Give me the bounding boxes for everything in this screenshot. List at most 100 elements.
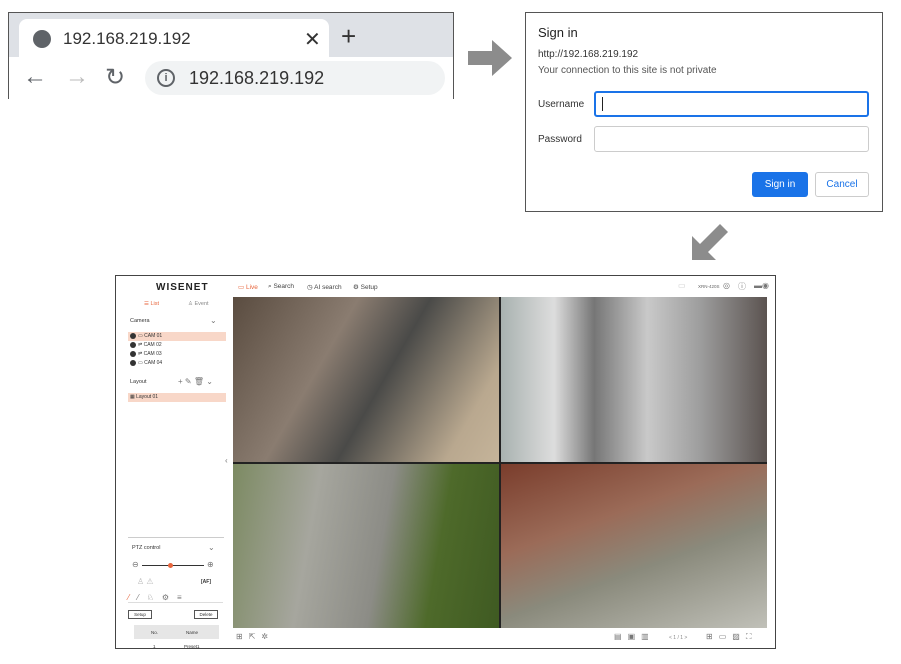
preset-table-header: No. Name <box>134 625 219 639</box>
browser-tab[interactable]: 192.168.219.192 ✕ <box>19 19 329 59</box>
bottom-right-tools[interactable]: ▤▣▥ <box>614 632 655 641</box>
battery-icon: ▭ <box>678 281 686 290</box>
password-label: Password <box>538 134 582 145</box>
menu-label: Setup <box>360 284 378 291</box>
zoom-out-icon[interactable]: ⊖ <box>132 560 139 569</box>
video-feed-cam03[interactable] <box>233 464 499 628</box>
camera-number-icon <box>130 341 136 348</box>
delete-button[interactable]: Delete <box>194 610 218 619</box>
menu-live[interactable]: ▭ Live <box>238 283 258 291</box>
video-feed-cam01[interactable] <box>233 297 499 462</box>
layout-actions[interactable]: + ✎ 🗑 ⌄ <box>178 377 213 386</box>
video-grid <box>233 297 767 628</box>
osd-icon[interactable]: ▤ <box>614 632 628 641</box>
page-indicator[interactable]: < 1 / 1 > <box>669 635 687 641</box>
setup-button[interactable]: Setup <box>128 610 152 619</box>
url-text: 192.168.219.192 <box>189 68 325 88</box>
plus-icon[interactable]: + <box>341 21 356 52</box>
capture-icon[interactable]: ✲ <box>261 632 274 641</box>
camera-header: Camera <box>130 318 150 324</box>
camera-number-icon <box>130 332 136 339</box>
layout-item[interactable]: ▦ Layout 01 <box>128 393 226 402</box>
menu-label: AI search <box>314 284 342 291</box>
preset-name: Preset1 <box>184 644 200 649</box>
camera-label: CAM 01 <box>144 333 163 339</box>
ptz-zoom-slider[interactable] <box>142 563 204 568</box>
username-label: Username <box>538 99 585 110</box>
site-url: http://192.168.219.192 <box>538 49 639 60</box>
camera-number-icon <box>130 350 136 357</box>
video-feed-cam04[interactable] <box>501 464 767 628</box>
menu-label: Search <box>273 283 295 290</box>
popup-icon[interactable]: ⇱ <box>249 632 262 641</box>
arrow-down-left-icon <box>692 224 728 260</box>
layout-label: Layout 01 <box>136 394 159 400</box>
bottom-left-tools[interactable]: ⊞⇱✲ <box>236 632 274 641</box>
col-no: No. <box>151 630 159 635</box>
camera-item[interactable]: ▭ CAM 04 <box>128 359 226 368</box>
aspect-icon[interactable]: ▨ <box>732 632 746 641</box>
af-label: AF <box>202 579 210 585</box>
back-icon[interactable]: ← <box>23 63 47 91</box>
fullscreen-icon[interactable]: ⛶ <box>746 632 758 641</box>
ptz-tool-tabs[interactable]: ⁄⁄♘⚙≡ <box>128 593 223 603</box>
camera-item[interactable]: ⇌ CAM 03 <box>128 350 226 359</box>
camera-item[interactable]: ⇌ CAM 02 <box>128 341 226 350</box>
wisenet-logo: WISENET <box>156 282 209 293</box>
browser-window: 192.168.219.192 ✕ + ← → ↻ i 192.168.219.… <box>8 12 454 99</box>
view-tools[interactable]: ⊞▭▨⛶ <box>706 632 757 642</box>
tab-label: Event <box>194 301 209 307</box>
address-bar[interactable]: i 192.168.219.192 <box>145 61 445 95</box>
tab-list[interactable]: ☰ List <box>144 301 159 307</box>
camera-label: CAM 04 <box>144 360 163 366</box>
menu-setup[interactable]: ⚙ Setup <box>353 283 378 291</box>
globe-icon <box>33 30 51 48</box>
nav-bar: ← → ↻ i 192.168.219.192 <box>9 57 453 99</box>
screen-icon[interactable]: ▣ <box>628 632 642 641</box>
cancel-button[interactable]: Cancel <box>815 172 869 197</box>
menu-ai-search[interactable]: ◷ AI search <box>307 283 342 291</box>
preset-row[interactable]: 1 Preset1 <box>134 641 219 651</box>
tab-label: List <box>150 301 160 307</box>
preset-tab-icon[interactable]: ⁄ <box>128 593 137 602</box>
username-input[interactable] <box>594 91 869 117</box>
help-icon[interactable]: ⓘ <box>738 281 746 292</box>
model-name: XRN-420S <box>698 284 720 289</box>
col-name: Name <box>186 630 199 635</box>
camera-item[interactable]: ▭ CAM 01 <box>128 332 226 341</box>
divider <box>128 537 224 538</box>
info-icon[interactable]: i <box>157 69 175 87</box>
autofocus-button[interactable]: [AF] <box>201 579 211 585</box>
camera-label: CAM 02 <box>143 342 162 348</box>
collapse-sidebar-icon[interactable]: ‹ <box>225 456 228 465</box>
chevron-down-icon[interactable]: ⌄ <box>210 316 217 325</box>
grid-layout-icon[interactable]: ⊞ <box>706 632 719 641</box>
ptz-header: PTZ control <box>132 545 161 551</box>
forward-icon: → <box>65 63 89 90</box>
preset-no: 1 <box>153 644 156 649</box>
menu-search[interactable]: ⌕ Search <box>268 283 294 291</box>
signin-button[interactable]: Sign in <box>752 172 808 197</box>
menu-icon[interactable]: ▬◉ <box>754 281 769 290</box>
dialog-title: Sign in <box>538 25 578 40</box>
layout-header: Layout <box>130 379 147 385</box>
video-feed-cam02[interactable] <box>501 297 767 462</box>
sidebar: ☰ List ♙ Event Camera ⌄ ▭ CAM 01 ⇌ CAM 0… <box>122 297 226 649</box>
wisenet-viewer: WISENET ▭ Live ⌕ Search ◷ AI search ⚙ Se… <box>115 275 776 649</box>
stats-icon[interactable]: ▥ <box>641 632 655 641</box>
add-channel-icon[interactable]: ⊞ <box>236 632 249 641</box>
tab-event[interactable]: ♙ Event <box>188 301 209 307</box>
signin-dialog: Sign in http://192.168.219.192 Your conn… <box>525 12 883 212</box>
user-icon[interactable]: ◎ <box>723 281 730 290</box>
menu-label: Live <box>245 284 258 291</box>
arrow-right-icon <box>468 40 512 76</box>
camera-number-icon <box>130 359 136 366</box>
close-icon[interactable]: ✕ <box>304 27 321 52</box>
all-channels-icon[interactable]: ▭ <box>719 632 733 641</box>
chevron-down-icon[interactable]: ⌄ <box>208 543 215 552</box>
reload-icon[interactable]: ↻ <box>105 63 125 92</box>
camera-label: CAM 03 <box>143 351 162 357</box>
zoom-in-icon[interactable]: ⊕ <box>207 560 214 569</box>
slider-handle[interactable] <box>167 563 173 568</box>
password-input[interactable] <box>594 126 869 152</box>
